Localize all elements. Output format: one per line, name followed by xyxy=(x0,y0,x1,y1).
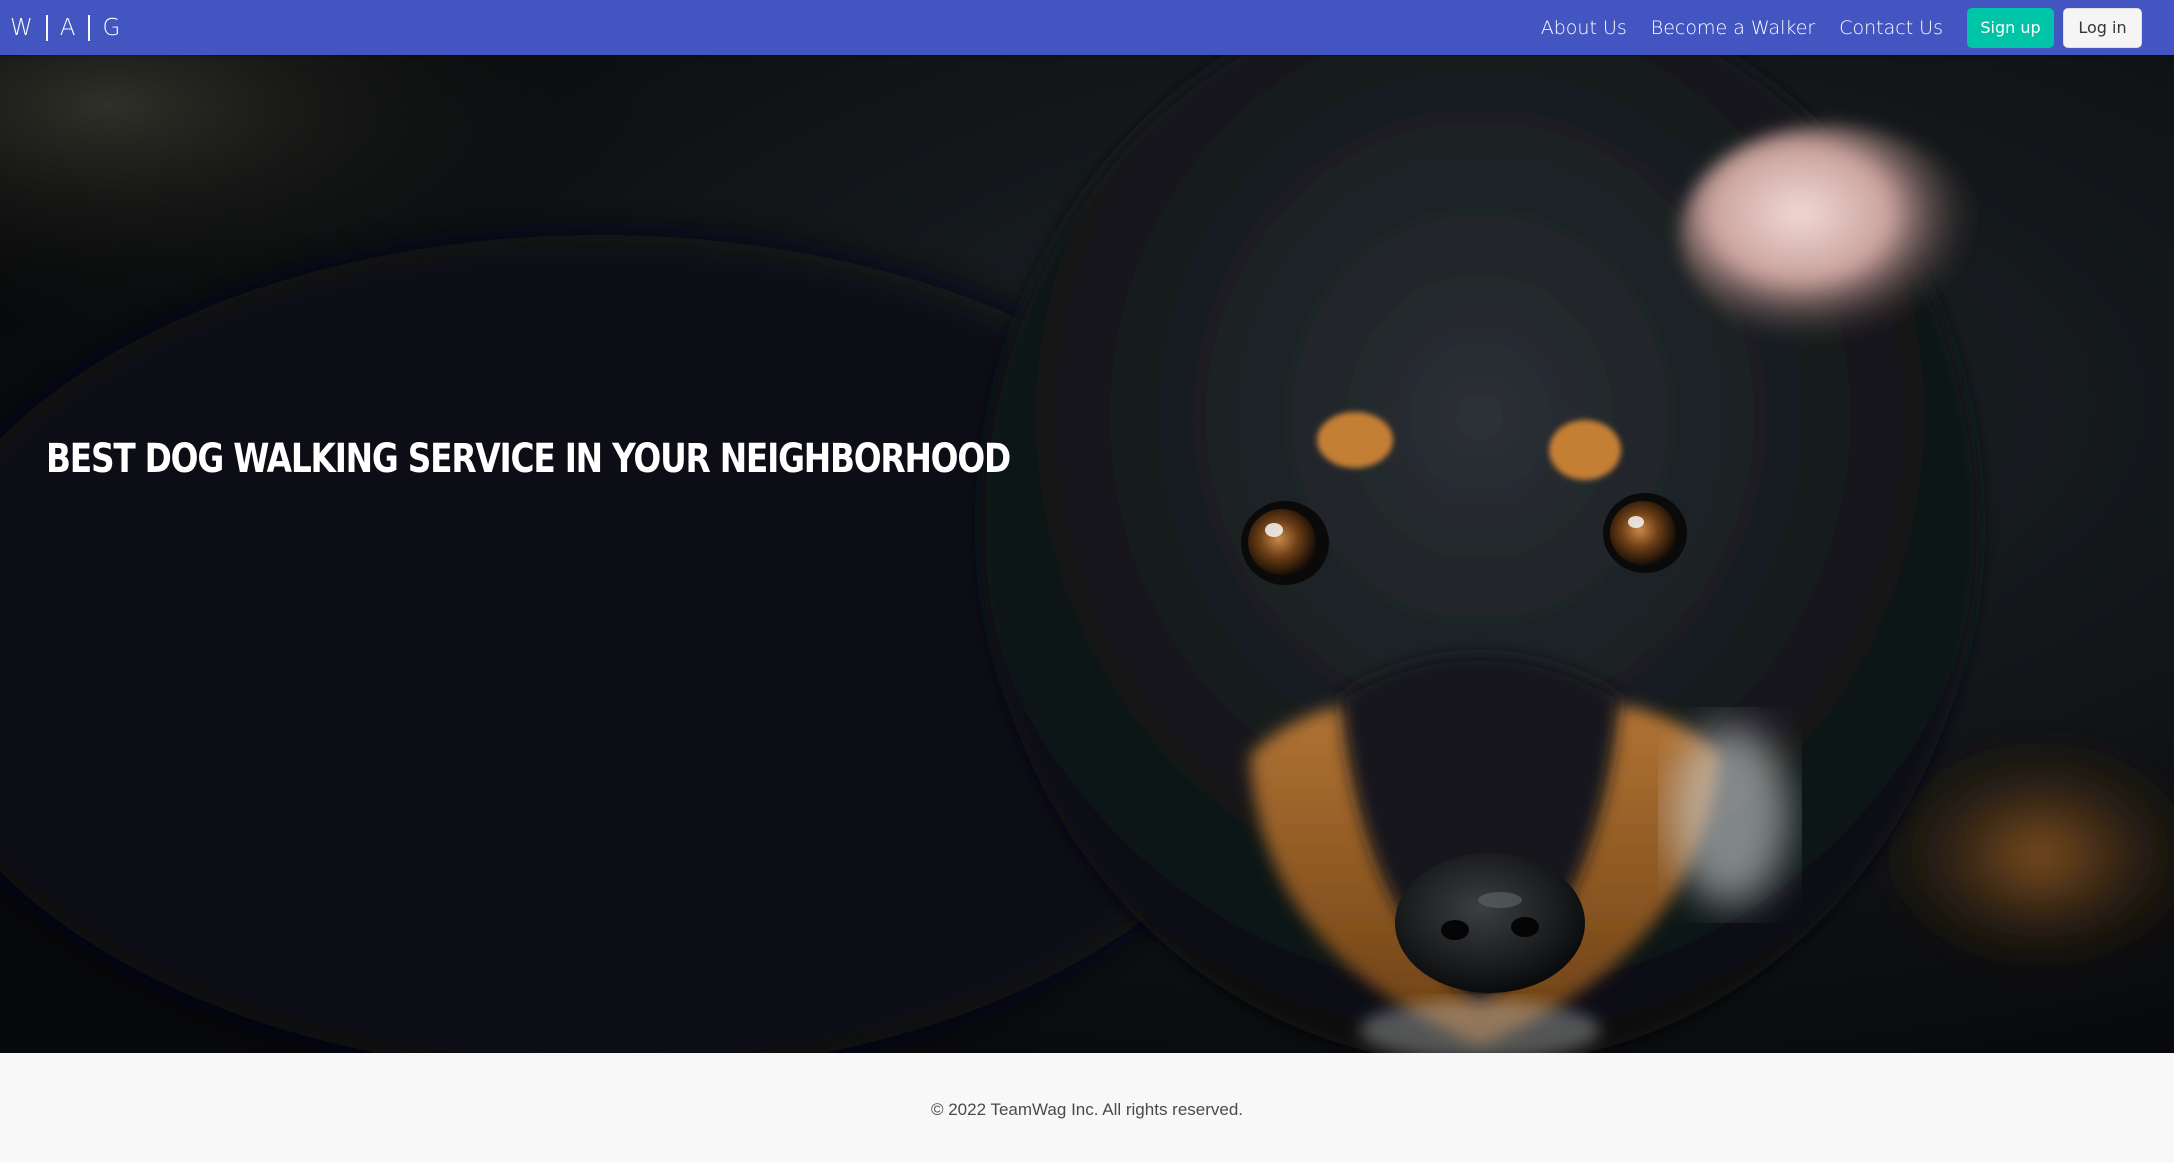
brand-letter-w: W xyxy=(10,14,34,41)
brand-separator xyxy=(45,14,48,41)
brand-letter-g: G xyxy=(102,14,122,41)
brand-separator xyxy=(88,14,91,41)
top-navbar: W A G About Us Become a Walker Contact U… xyxy=(0,0,2174,55)
nav-menu: About Us Become a Walker Contact Us Sign… xyxy=(1517,7,2142,48)
hero-section: Best dog walking service in your neighbo… xyxy=(0,55,2174,1053)
footer: © 2022 TeamWag Inc. All rights reserved. xyxy=(0,1053,2174,1163)
brand-letter-a: A xyxy=(59,14,77,41)
login-button[interactable]: Log in xyxy=(2063,7,2142,48)
hero-dog-image xyxy=(0,55,2174,1053)
signup-button[interactable]: Sign up xyxy=(1967,7,2054,48)
copyright-text: © 2022 TeamWag Inc. All rights reserved. xyxy=(930,1100,1244,1119)
brand-logo[interactable]: W A G xyxy=(10,14,122,41)
nav-link-about-us[interactable]: About Us xyxy=(1541,17,1627,39)
nav-link-become-a-walker[interactable]: Become a Walker xyxy=(1651,17,1815,39)
hero-title: Best dog walking service in your neighbo… xyxy=(46,436,1011,482)
nav-link-contact-us[interactable]: Contact Us xyxy=(1839,17,1943,39)
